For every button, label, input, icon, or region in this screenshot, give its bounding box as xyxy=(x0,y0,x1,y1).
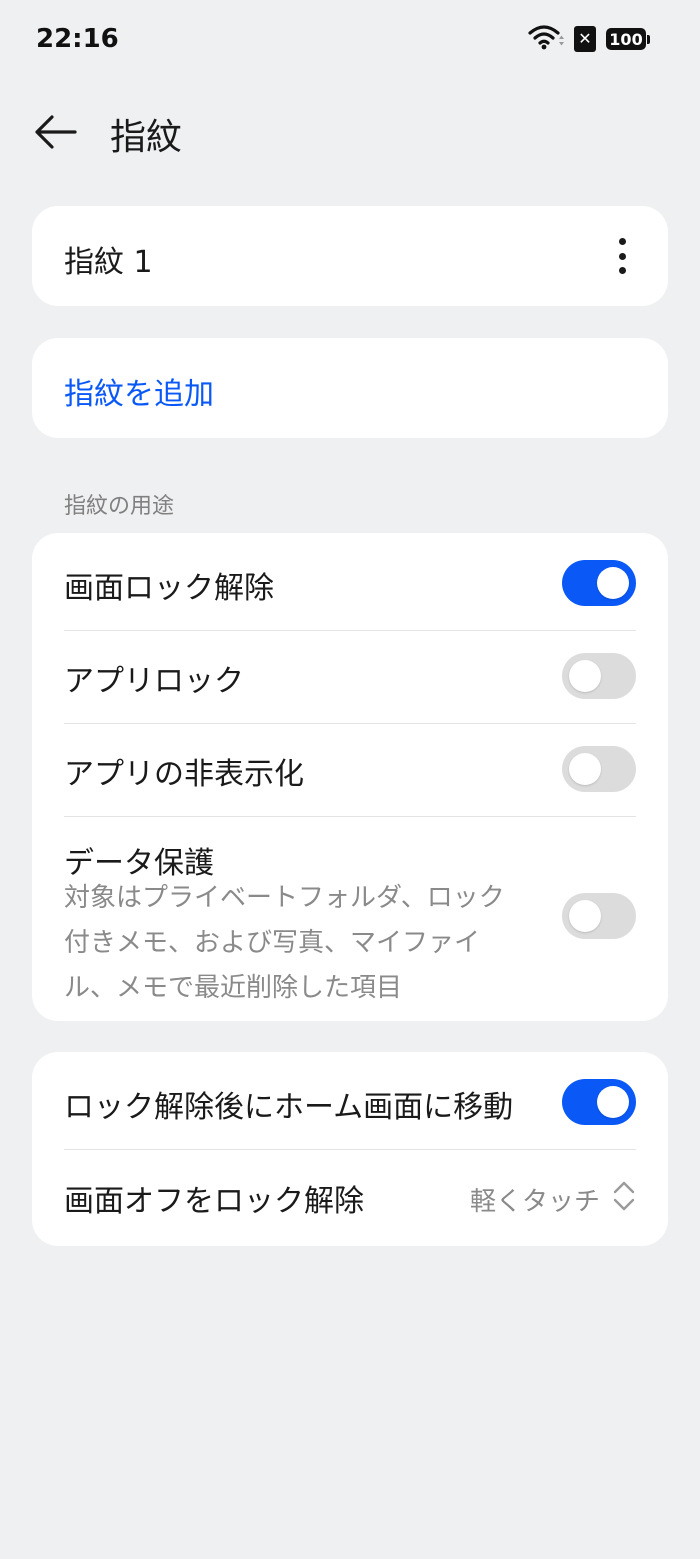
more-vertical-icon[interactable] xyxy=(610,238,634,274)
add-fingerprint-label: 指紋を追加 xyxy=(64,377,214,412)
data-protection-toggle[interactable] xyxy=(562,893,636,939)
setting-value: 軽くタッチ xyxy=(469,1187,600,1217)
battery-icon: 100 xyxy=(606,28,650,50)
section-header-usage: 指紋の用途 xyxy=(64,494,175,519)
setting-row-screen-off-unlock[interactable]: 画面オフをロック解除 軽くタッチ xyxy=(64,1149,636,1246)
setting-label: アプリの非表示化 xyxy=(64,757,304,792)
back-button[interactable] xyxy=(30,110,80,154)
status-bar: 22:16 ✕ 100 xyxy=(0,0,700,80)
add-fingerprint-button[interactable]: 指紋を追加 xyxy=(32,338,668,438)
setting-row-app-lock[interactable]: アプリロック xyxy=(64,630,636,723)
hide-apps-toggle[interactable] xyxy=(562,746,636,792)
setting-label: 画面オフをロック解除 xyxy=(64,1184,364,1219)
page-title: 指紋 xyxy=(110,117,183,158)
battery-level: 100 xyxy=(606,28,646,50)
chevron-up-down-icon xyxy=(613,1181,635,1211)
app-lock-toggle[interactable] xyxy=(562,653,636,699)
app-bar: 指紋 xyxy=(0,90,700,174)
wifi-icon xyxy=(528,24,564,54)
arrow-left-icon xyxy=(35,115,77,149)
usage-card: 画面ロック解除 アプリロック アプリの非表示化 データ保護 対象はプライベートフ… xyxy=(32,533,668,1021)
status-time: 22:16 xyxy=(36,24,119,54)
status-icons: ✕ 100 xyxy=(528,24,650,54)
fingerprint-item[interactable]: 指紋 1 xyxy=(32,206,668,306)
setting-description: 対象はプライベートフォルダ、ロック 付きメモ、および写真、マイファイ ル、メモで… xyxy=(64,883,505,1003)
setting-label: 画面ロック解除 xyxy=(64,571,274,606)
fingerprint-name: 指紋 1 xyxy=(64,245,153,280)
screen-unlock-toggle[interactable] xyxy=(562,560,636,606)
other-settings-card: ロック解除後にホーム画面に移動 画面オフをロック解除 軽くタッチ xyxy=(32,1052,668,1246)
setting-label: ロック解除後にホーム画面に移動 xyxy=(64,1090,514,1125)
setting-row-screen-unlock[interactable]: 画面ロック解除 xyxy=(64,533,636,630)
setting-row-data-protection[interactable]: データ保護 対象はプライベートフォルダ、ロック 付きメモ、および写真、マイファイ… xyxy=(64,816,636,1021)
setting-row-hide-apps[interactable]: アプリの非表示化 xyxy=(64,723,636,816)
go-home-toggle[interactable] xyxy=(562,1079,636,1125)
sim-disabled-icon: ✕ xyxy=(574,26,596,52)
setting-row-go-home[interactable]: ロック解除後にホーム画面に移動 xyxy=(64,1052,636,1149)
setting-label: アプリロック xyxy=(64,664,244,699)
